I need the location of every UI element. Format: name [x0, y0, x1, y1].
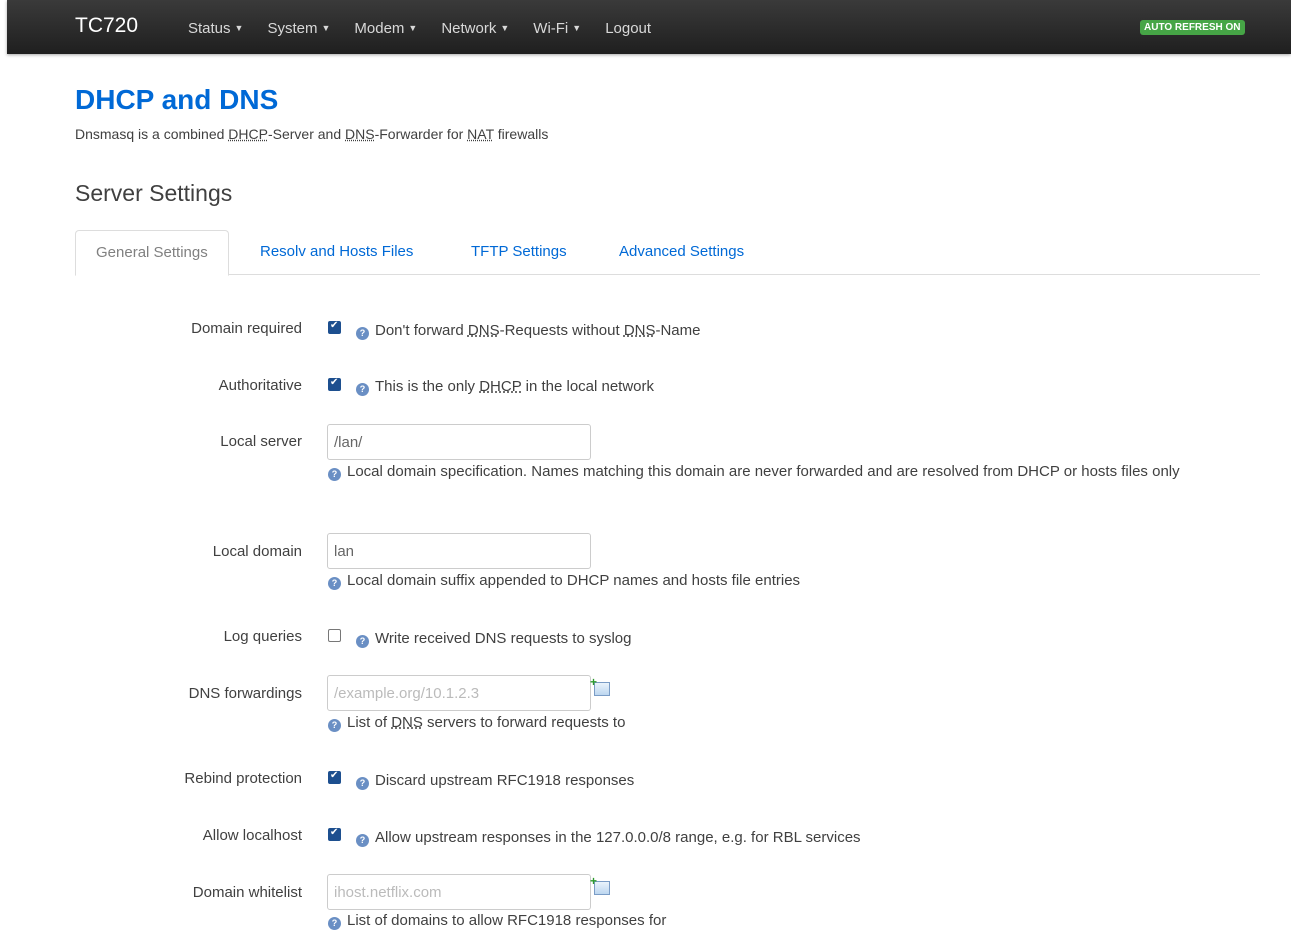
rebind-protection-label: Rebind protection: [184, 770, 302, 787]
help-icon: ?: [356, 327, 369, 340]
tab-resolv-hosts-files[interactable]: Resolv and Hosts Files: [240, 230, 433, 274]
auto-refresh-toggle[interactable]: AUTO REFRESH ON: [1140, 20, 1245, 35]
allow-localhost-checkbox[interactable]: [328, 827, 341, 841]
help-icon: ?: [328, 577, 341, 590]
domain-whitelist-help: ? List of domains to allow RFC1918 respon…: [328, 909, 1238, 933]
authoritative-label: Authoritative: [218, 377, 302, 394]
brand-logo[interactable]: TC720: [75, 14, 138, 38]
menu-logout-label: Logout: [605, 20, 652, 37]
menu-modem-label: Modem: [354, 20, 405, 37]
log-queries-checkbox[interactable]: [328, 629, 341, 642]
abbr-dhcp: DHCP: [228, 126, 268, 142]
menu-wifi[interactable]: Wi-Fi ▼: [533, 20, 581, 37]
allow-localhost-help: ? Allow upstream responses in the 127.0.0…: [356, 829, 861, 847]
menu-system[interactable]: System ▼: [267, 20, 330, 37]
domain-required-help: ? Don't forward DNS-Requests without DNS-…: [356, 322, 701, 340]
menu-network-label: Network: [441, 20, 497, 37]
help-text: Allow upstream responses in the 127.0.0.…: [375, 829, 861, 846]
help-text: Don't forward: [375, 322, 468, 339]
help-icon: ?: [356, 635, 369, 648]
menu-system-label: System: [267, 20, 318, 37]
help-text: in the local network: [521, 378, 655, 395]
help-icon: ?: [356, 777, 369, 790]
help-text: Local domain specification. Names matchi…: [347, 463, 1180, 480]
help-text: servers to forward requests to: [422, 714, 626, 731]
local-domain-help: ? Local domain suffix appended to DHCP na…: [328, 569, 1238, 593]
help-text: Local domain suffix appended to DHCP nam…: [347, 572, 801, 589]
help-icon: ?: [328, 468, 341, 481]
rebind-protection-checkbox[interactable]: [328, 770, 341, 784]
add-entry-icon[interactable]: [590, 675, 610, 696]
menu-modem[interactable]: Modem ▼: [354, 20, 417, 37]
local-server-input[interactable]: [327, 424, 591, 460]
local-server-label: Local server: [220, 433, 302, 450]
help-text: This is the only: [375, 378, 480, 395]
help-text: List of: [347, 714, 392, 731]
authoritative-checkbox[interactable]: [328, 377, 341, 391]
domain-whitelist-input[interactable]: [327, 874, 591, 910]
caret-down-icon: ▼: [234, 23, 244, 33]
abbr-dns: DNS: [467, 322, 500, 339]
page-description: Dnsmasq is a combined DHCP-Server and DN…: [75, 126, 548, 142]
caret-down-icon: ▼: [408, 23, 418, 33]
abbr-dhcp: DHCP: [479, 378, 522, 395]
tab-tftp-settings[interactable]: TFTP Settings: [451, 230, 587, 274]
local-domain-label: Local domain: [212, 543, 302, 560]
help-icon: ?: [356, 834, 369, 847]
dns-forwardings-label: DNS forwardings: [188, 685, 302, 702]
desc-text: Dnsmasq is a combined: [75, 126, 229, 142]
domain-required-label: Domain required: [191, 320, 302, 337]
log-queries-label: Log queries: [223, 628, 302, 645]
help-icon: ?: [356, 383, 369, 396]
tab-advanced-settings[interactable]: Advanced Settings: [599, 230, 764, 274]
menu-status-label: Status: [188, 20, 231, 37]
caret-down-icon: ▼: [572, 23, 582, 33]
dns-forwardings-help: ? List of DNS servers to forward requests…: [328, 711, 1238, 735]
desc-text: firewalls: [493, 126, 549, 142]
top-navbar: TC720 Status ▼ System ▼ Modem ▼ Network ▼ Wi…: [7, 0, 1291, 54]
desc-text: -Forwarder for: [374, 126, 468, 142]
local-domain-input[interactable]: [327, 533, 591, 569]
domain-whitelist-label: Domain whitelist: [192, 884, 302, 901]
abbr-dns: DNS: [391, 714, 423, 731]
help-text: List of domains to allow RFC1918 respons…: [347, 912, 667, 929]
page-title: DHCP and DNS: [75, 84, 279, 115]
local-server-help: ? Local domain specification. Names match…: [328, 460, 1238, 484]
menu-wifi-label: Wi-Fi: [533, 20, 569, 37]
help-text: -Name: [655, 322, 701, 339]
help-icon: ?: [328, 719, 341, 732]
rebind-protection-help: ? Discard upstream RFC1918 responses: [356, 772, 634, 790]
abbr-dns: DNS: [623, 322, 656, 339]
domain-required-checkbox[interactable]: [328, 320, 341, 334]
dns-forwardings-input[interactable]: [327, 675, 591, 711]
menu-status[interactable]: Status ▼: [188, 20, 243, 37]
desc-text: -Server and: [267, 126, 346, 142]
help-text: Write received DNS requests to syslog: [375, 630, 632, 647]
menu-logout[interactable]: Logout: [605, 20, 651, 37]
help-text: -Requests without: [499, 322, 624, 339]
help-icon: ?: [328, 917, 341, 930]
section-title: Server Settings: [75, 180, 233, 206]
settings-tabs: General Settings Resolv and Hosts Files …: [75, 230, 1260, 276]
caret-down-icon: ▼: [500, 23, 510, 33]
log-queries-help: ? Write received DNS requests to syslog: [356, 630, 632, 648]
menu-network[interactable]: Network ▼: [441, 20, 509, 37]
add-entry-icon[interactable]: [590, 874, 610, 895]
abbr-dns: DNS: [345, 126, 375, 142]
tab-general-settings[interactable]: General Settings: [75, 230, 229, 276]
abbr-nat: NAT: [467, 126, 494, 142]
caret-down-icon: ▼: [321, 23, 331, 33]
help-text: Discard upstream RFC1918 responses: [375, 772, 635, 789]
allow-localhost-label: Allow localhost: [202, 827, 302, 844]
main-menu: Status ▼ System ▼ Modem ▼ Network ▼ Wi-Fi ▼ L…: [188, 20, 675, 37]
authoritative-help: ? This is the only DHCP in the local netw…: [356, 378, 654, 396]
